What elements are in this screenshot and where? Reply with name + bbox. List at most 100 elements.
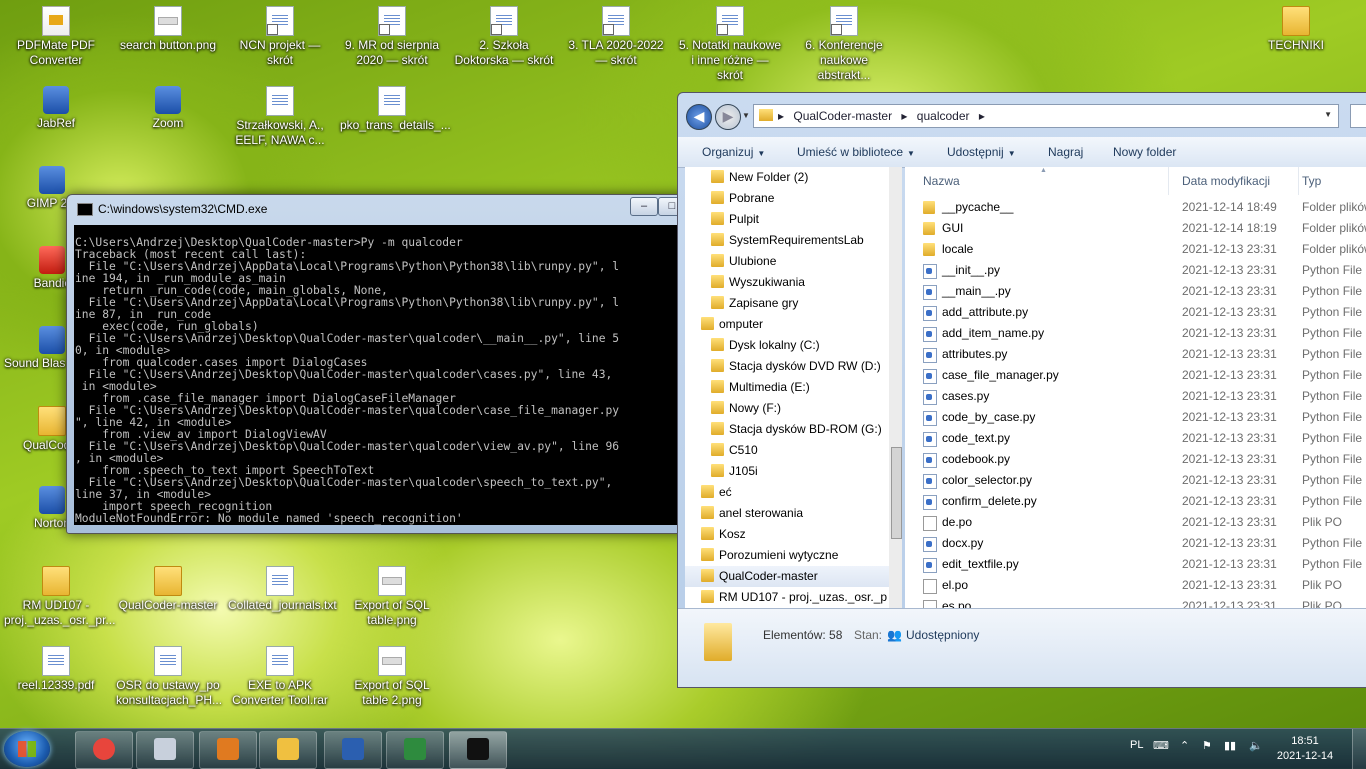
file-row[interactable]: el.po 2021-12-13 23:31 Plik PO: [905, 575, 1366, 596]
file-row[interactable]: attributes.py 2021-12-13 23:31 Python File: [905, 344, 1366, 365]
taskbar-button[interactable]: [75, 731, 133, 769]
desktop-icon[interactable]: 2. Szkoła Doktorska — skrót: [452, 6, 556, 68]
tree-item[interactable]: Pobrane: [685, 188, 889, 209]
desktop-icon[interactable]: Export of SQL table.png: [340, 566, 444, 628]
desktop-icon[interactable]: Collated_journals.txt: [228, 566, 337, 613]
file-row[interactable]: color_selector.py 2021-12-13 23:31 Python …: [905, 470, 1366, 491]
tree-item[interactable]: Pulpit: [685, 209, 889, 230]
keyboard-icon[interactable]: ⌨: [1153, 739, 1169, 752]
cmd-window[interactable]: C:\windows\system32\CMD.exe – □ ✕ C:\Use…: [66, 194, 741, 534]
tree-item[interactable]: SystemRequirementsLab: [685, 230, 889, 251]
language-indicator[interactable]: PL: [1130, 739, 1143, 751]
file-row[interactable]: locale 2021-12-13 23:31 Folder plików: [905, 239, 1366, 260]
file-row[interactable]: edit_textfile.py 2021-12-13 23:31 Python F…: [905, 554, 1366, 575]
file-row[interactable]: confirm_delete.py 2021-12-13 23:31 Python …: [905, 491, 1366, 512]
tray-expand-icon[interactable]: ⌃: [1180, 739, 1189, 752]
breadcrumb-item[interactable]: qualcoder: [917, 109, 970, 123]
file-row[interactable]: cases.py 2021-12-13 23:31 Python File: [905, 386, 1366, 407]
tree-item[interactable]: eć: [685, 482, 889, 503]
tree-item[interactable]: omputer: [685, 314, 889, 335]
network-icon[interactable]: ▮▮: [1224, 739, 1236, 752]
tree-item[interactable]: Dysk lokalny (C:): [685, 335, 889, 356]
tree-item[interactable]: Nowy (F:): [685, 398, 889, 419]
minimize-button[interactable]: –: [630, 197, 658, 216]
back-arrow-icon[interactable]: ◀: [686, 104, 712, 130]
console-output-area[interactable]: C:\Users\Andrzej\Desktop\QualCoder-maste…: [74, 225, 717, 525]
taskbar-button[interactable]: [136, 731, 194, 769]
desktop-icon[interactable]: 9. MR od sierpnia 2020 — skrót: [340, 6, 444, 68]
desktop-icon[interactable]: PDFMate PDF Converter: [4, 6, 108, 68]
desktop-icon[interactable]: 5. Notatki naukowe i inne różne — skrót: [678, 6, 782, 83]
file-row[interactable]: codebook.py 2021-12-13 23:31 Python File: [905, 449, 1366, 470]
file-row[interactable]: code_by_case.py 2021-12-13 23:31 Python Fi…: [905, 407, 1366, 428]
burn-button[interactable]: Nagraj: [1048, 145, 1083, 159]
tree-item[interactable]: Stacja dysków BD-ROM (G:): [685, 419, 889, 440]
organize-menu[interactable]: Organizuj ▼: [702, 145, 765, 159]
desktop-icon[interactable]: Export of SQL table 2.png: [340, 646, 444, 708]
file-row[interactable]: code_text.py 2021-12-13 23:31 Python File: [905, 428, 1366, 449]
file-row[interactable]: __init__.py 2021-12-13 23:31 Python File: [905, 260, 1366, 281]
desktop-icon[interactable]: TECHNIKI: [1244, 6, 1348, 53]
file-row[interactable]: add_item_name.py 2021-12-13 23:31 Python F…: [905, 323, 1366, 344]
tree-item[interactable]: QualCoder-master: [685, 566, 889, 587]
tree-item[interactable]: Porozumieni wytyczne: [685, 545, 889, 566]
taskbar-button[interactable]: [449, 731, 507, 769]
desktop-icon[interactable]: Zoom: [116, 86, 220, 131]
breadcrumb-item[interactable]: QualCoder-master: [793, 109, 892, 123]
tree-item[interactable]: Multimedia (E:): [685, 377, 889, 398]
action-center-flag-icon[interactable]: ⚑: [1202, 739, 1212, 752]
forward-arrow-icon[interactable]: ▶: [715, 104, 741, 130]
tree-item[interactable]: C510: [685, 440, 889, 461]
file-row[interactable]: __main__.py 2021-12-13 23:31 Python File: [905, 281, 1366, 302]
column-header-type[interactable]: Typ: [1295, 167, 1366, 195]
new-folder-button[interactable]: Nowy folder: [1113, 145, 1176, 159]
desktop-icon[interactable]: 3. TLA 2020-2022 — skrót: [564, 6, 668, 68]
tree-scrollbar[interactable]: [889, 167, 902, 609]
file-row[interactable]: case_file_manager.py 2021-12-13 23:31 Pyth…: [905, 365, 1366, 386]
cmd-titlebar[interactable]: C:\windows\system32\CMD.exe – □ ✕: [67, 195, 740, 221]
desktop-icon[interactable]: reel.12339.pdf: [4, 646, 108, 693]
column-header-date[interactable]: Data modyfikacji: [1175, 167, 1299, 195]
desktop-icon[interactable]: JabRef: [4, 86, 108, 131]
file-row[interactable]: GUI 2021-12-14 18:19 Folder plików: [905, 218, 1366, 239]
desktop-icon[interactable]: QualCoder-master: [116, 566, 220, 613]
refresh-button[interactable]: [1350, 104, 1366, 128]
desktop-icon[interactable]: 6. Konferencje naukowe abstrakt...: [792, 6, 896, 83]
history-dropdown-icon[interactable]: ▼: [742, 111, 750, 120]
share-menu[interactable]: Udostępnij ▼: [947, 145, 1016, 159]
navigation-tree[interactable]: New Folder (2) Pobrane Pulpit SystemRequire…: [685, 167, 889, 609]
tree-item[interactable]: Kosz: [685, 524, 889, 545]
tree-item[interactable]: Stacja dysków DVD RW (D:): [685, 356, 889, 377]
start-button[interactable]: [4, 731, 50, 767]
tree-item[interactable]: New Folder (2): [685, 167, 889, 188]
desktop-icon[interactable]: RM UD107 - proj._uzas._osr._pr...: [4, 566, 115, 628]
address-bar[interactable]: ▸ QualCoder-master ▸ qualcoder ▸ ▼: [753, 104, 1339, 128]
desktop-icon[interactable]: Strzałkowski, A., EELF, NAWA c...: [228, 86, 332, 148]
file-row[interactable]: docx.py 2021-12-13 23:31 Python File: [905, 533, 1366, 554]
file-list[interactable]: Nazwa ▲ Data modyfikacji Typ __pycache__…: [905, 167, 1366, 609]
address-dropdown-icon[interactable]: ▼: [1324, 110, 1332, 119]
show-desktop-button[interactable]: [1352, 729, 1366, 769]
desktop-icon[interactable]: OSR do ustawy_po konsultacjach_PH...: [116, 646, 222, 708]
tree-item[interactable]: Wyszukiwania: [685, 272, 889, 293]
scroll-thumb[interactable]: [891, 447, 902, 539]
desktop-icon[interactable]: pko_trans_details_...: [340, 86, 451, 133]
explorer-window[interactable]: ◀ ▶ ▼ ▸ QualCoder-master ▸ qualcoder ▸ ▼…: [677, 92, 1366, 688]
tree-item[interactable]: anel sterowania: [685, 503, 889, 524]
system-clock[interactable]: 18:51 2021-12-14: [1272, 734, 1338, 764]
include-in-library-menu[interactable]: Umieść w bibliotece ▼: [797, 145, 915, 159]
tree-item[interactable]: RM UD107 - proj._uzas._osr._p: [685, 587, 889, 608]
tree-item[interactable]: Ulubione: [685, 251, 889, 272]
desktop-icon[interactable]: NCN projekt — skrót: [228, 6, 332, 68]
taskbar-button[interactable]: [259, 731, 317, 769]
file-row[interactable]: __pycache__ 2021-12-14 18:49 Folder plików: [905, 197, 1366, 218]
desktop-icon[interactable]: search button.png: [116, 6, 220, 53]
volume-icon[interactable]: 🔈: [1249, 739, 1263, 752]
taskbar-button[interactable]: [199, 731, 257, 769]
tree-item[interactable]: J105i: [685, 461, 889, 482]
taskbar-button[interactable]: [386, 731, 444, 769]
desktop-icon[interactable]: EXE to APK Converter Tool.rar: [228, 646, 332, 708]
tree-item[interactable]: Zapisane gry: [685, 293, 889, 314]
file-row[interactable]: de.po 2021-12-13 23:31 Plik PO: [905, 512, 1366, 533]
file-row[interactable]: add_attribute.py 2021-12-13 23:31 Python F…: [905, 302, 1366, 323]
